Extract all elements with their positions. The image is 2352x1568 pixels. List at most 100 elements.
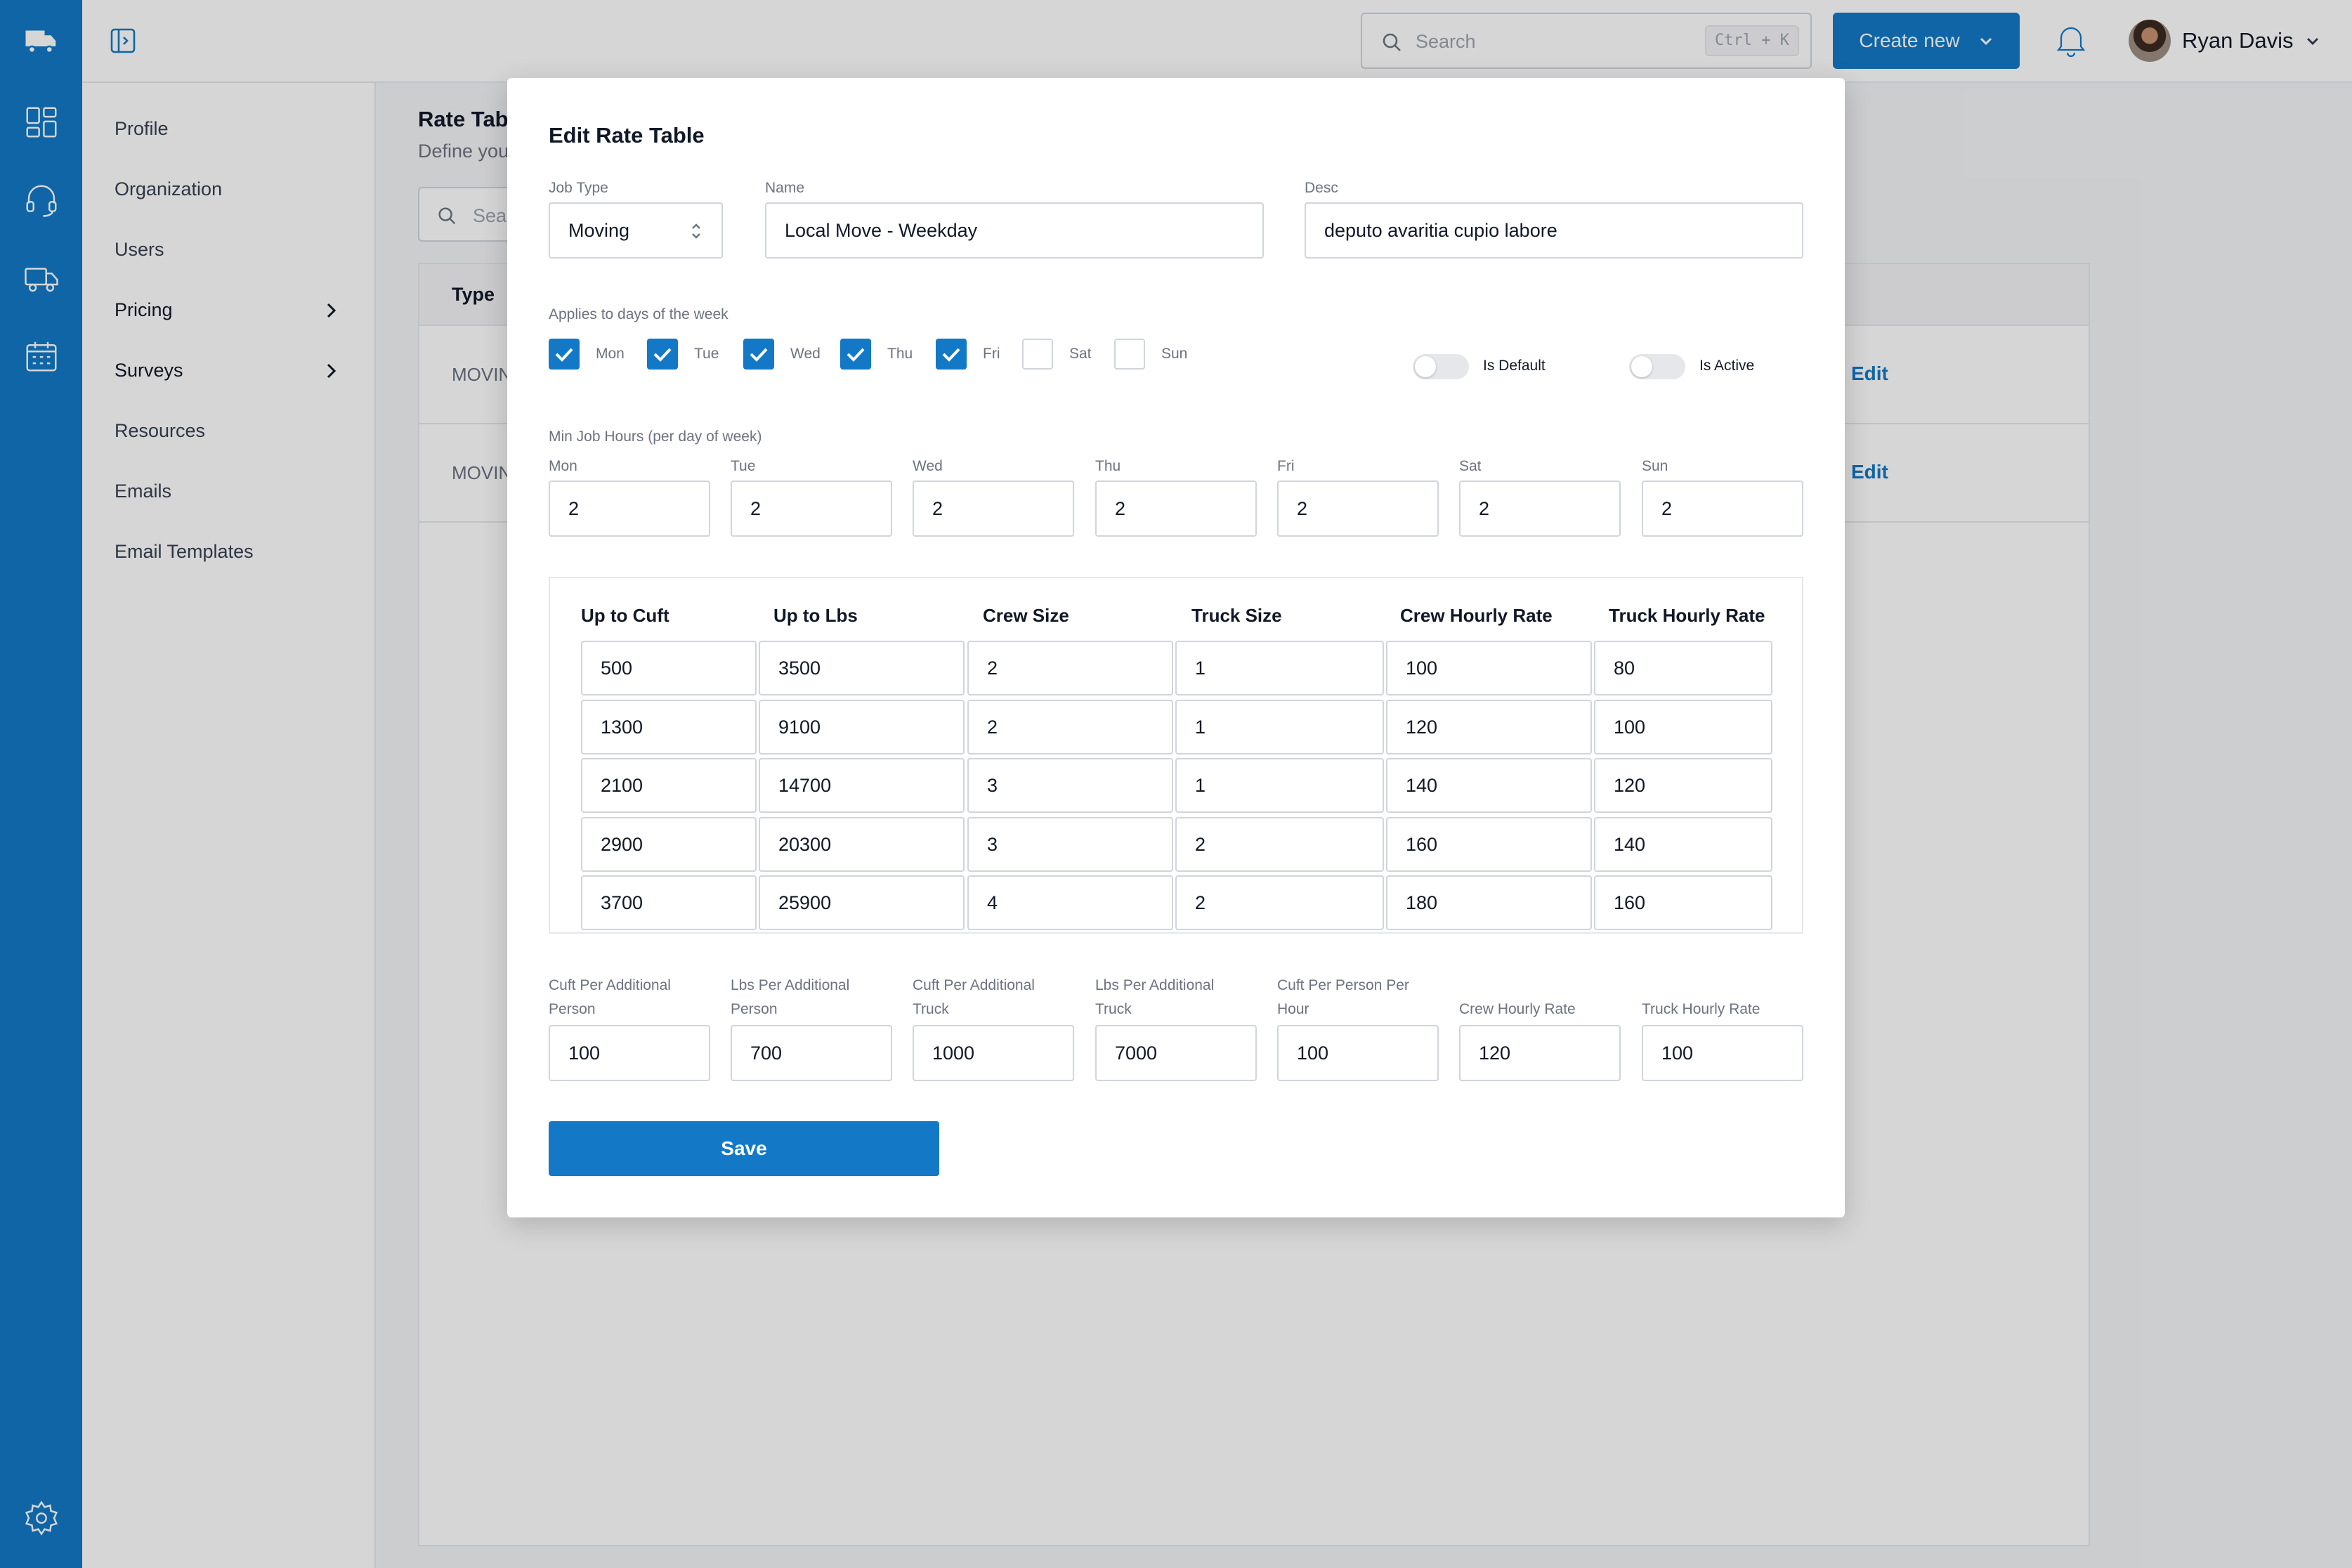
lbs-per-additional-person-input[interactable]: 700: [731, 1025, 892, 1081]
name-input[interactable]: Local Move - Weekday: [765, 202, 1264, 259]
cell-up-to-cuft[interactable]: 2900: [581, 817, 757, 872]
extra-label-line2: Hour: [1277, 1001, 1309, 1017]
job-type-label: Job Type: [549, 180, 608, 196]
extra-label-line2: Truck Hourly Rate: [1642, 1001, 1760, 1017]
cell-crew-size[interactable]: 3: [967, 817, 1173, 872]
lbs-per-additional-truck-input[interactable]: 7000: [1095, 1025, 1257, 1081]
cell-up-to-lbs[interactable]: 14700: [759, 758, 965, 813]
is-default-toggle[interactable]: [1413, 354, 1469, 379]
cell-truck-hourly-rate[interactable]: 160: [1594, 875, 1772, 930]
cell-value: 80: [1614, 657, 1635, 679]
cell-crew-hourly-rate[interactable]: 100: [1386, 641, 1592, 695]
day-checkbox-wed[interactable]: [743, 339, 774, 370]
days-of-week-label: Applies to days of the week: [549, 306, 729, 322]
cell-value: 2: [987, 657, 998, 679]
day-label-thu: Thu: [887, 346, 913, 362]
is-default-label: Is Default: [1483, 358, 1546, 374]
cell-up-to-cuft[interactable]: 500: [581, 641, 757, 695]
day-checkbox-sun[interactable]: [1114, 339, 1145, 370]
cell-value: 3700: [601, 891, 643, 913]
cell-crew-size[interactable]: 4: [967, 875, 1173, 930]
desc-label: Desc: [1305, 180, 1338, 196]
day-checkbox-fri[interactable]: [936, 339, 967, 370]
min-hours-input-mon[interactable]: 2: [549, 481, 710, 537]
cell-up-to-cuft[interactable]: 1300: [581, 700, 757, 754]
job-type-select[interactable]: Moving: [549, 202, 723, 259]
cell-value: 3: [987, 833, 998, 855]
extra-label-line2: Truck: [1095, 1001, 1132, 1017]
day-checkbox-mon[interactable]: [549, 339, 580, 370]
cell-up-to-lbs[interactable]: 9100: [759, 700, 965, 754]
save-button[interactable]: Save: [549, 1121, 939, 1176]
extra-label-line2: Crew Hourly Rate: [1459, 1001, 1576, 1017]
extra-label-line2: Person: [549, 1001, 596, 1017]
cuft-per-additional-person-input[interactable]: 100: [549, 1025, 710, 1081]
cell-crew-hourly-rate[interactable]: 140: [1386, 758, 1592, 813]
cell-truck-hourly-rate[interactable]: 80: [1594, 641, 1772, 695]
cell-truck-hourly-rate[interactable]: 140: [1594, 817, 1772, 872]
truck-hourly-rate-input[interactable]: 100: [1642, 1025, 1803, 1081]
extra-label-line1: Lbs Per Additional: [1095, 977, 1215, 993]
column-header-crew-size: Crew Size: [983, 605, 1069, 626]
cell-value: 9100: [778, 716, 821, 738]
cell-value: 160: [1406, 833, 1438, 855]
cuft-per-additional-truck-input[interactable]: 1000: [913, 1025, 1074, 1081]
is-active-toggle[interactable]: [1629, 354, 1685, 379]
cell-truck-size[interactable]: 1: [1175, 641, 1384, 695]
column-header-up-to-cuft: Up to Cuft: [581, 605, 669, 626]
cell-truck-size[interactable]: 2: [1175, 875, 1384, 930]
min-hours-input-tue[interactable]: 2: [731, 481, 892, 537]
cell-crew-hourly-rate[interactable]: 120: [1386, 700, 1592, 754]
min-hours-value: 2: [1479, 497, 1490, 519]
min-hours-input-fri[interactable]: 2: [1277, 481, 1439, 537]
extra-value: 100: [1297, 1042, 1329, 1064]
cell-truck-hourly-rate[interactable]: 100: [1594, 700, 1772, 754]
min-hours-value: 2: [1297, 497, 1308, 519]
min-hours-input-thu[interactable]: 2: [1095, 481, 1257, 537]
desc-input[interactable]: deputo avaritia cupio labore: [1305, 202, 1803, 259]
name-value: Local Move - Weekday: [785, 219, 978, 241]
day-checkbox-thu[interactable]: [840, 339, 871, 370]
name-label: Name: [765, 180, 805, 196]
day-label-wed: Wed: [790, 346, 821, 362]
modal-title: Edit Rate Table: [549, 123, 705, 148]
min-hours-value: 2: [750, 497, 762, 519]
extra-value: 1000: [932, 1042, 975, 1064]
cuft-per-person-per-hour-input[interactable]: 100: [1277, 1025, 1439, 1081]
cell-crew-hourly-rate[interactable]: 180: [1386, 875, 1592, 930]
min-hours-input-sat[interactable]: 2: [1459, 481, 1621, 537]
min-hours-input-wed[interactable]: 2: [913, 481, 1074, 537]
cell-up-to-cuft[interactable]: 3700: [581, 875, 757, 930]
min-hours-label-tue: Tue: [731, 458, 756, 474]
crew-hourly-rate-input[interactable]: 120: [1459, 1025, 1621, 1081]
extra-label-line1: Lbs Per Additional: [731, 977, 850, 993]
cell-value: 4: [987, 891, 998, 913]
cell-truck-size[interactable]: 1: [1175, 758, 1384, 813]
cell-up-to-lbs[interactable]: 25900: [759, 875, 965, 930]
cell-up-to-lbs[interactable]: 3500: [759, 641, 965, 695]
day-checkbox-sat[interactable]: [1022, 339, 1053, 370]
cell-value: 140: [1406, 774, 1438, 796]
cell-truck-hourly-rate[interactable]: 120: [1594, 758, 1772, 813]
day-checkbox-tue[interactable]: [647, 339, 678, 370]
cell-crew-size[interactable]: 3: [967, 758, 1173, 813]
save-label: Save: [721, 1137, 767, 1159]
cell-truck-size[interactable]: 1: [1175, 700, 1384, 754]
cell-crew-hourly-rate[interactable]: 160: [1386, 817, 1592, 872]
cell-truck-size[interactable]: 2: [1175, 817, 1384, 872]
edit-rate-table-modal: Edit Rate Table Job Type Moving Name Loc…: [507, 78, 1845, 1217]
min-hours-value: 2: [568, 497, 580, 519]
cell-crew-size[interactable]: 2: [967, 700, 1173, 754]
extra-label-line2: Person: [731, 1001, 778, 1017]
cell-value: 120: [1614, 774, 1646, 796]
cell-crew-size[interactable]: 2: [967, 641, 1173, 695]
cell-up-to-cuft[interactable]: 2100: [581, 758, 757, 813]
cell-up-to-lbs[interactable]: 20300: [759, 817, 965, 872]
cell-value: 2: [987, 716, 998, 738]
cell-value: 500: [601, 657, 633, 679]
cell-value: 14700: [778, 774, 832, 796]
min-hours-input-sun[interactable]: 2: [1642, 481, 1803, 537]
column-header-up-to-lbs: Up to Lbs: [773, 605, 858, 626]
min-hours-label-fri: Fri: [1277, 458, 1295, 474]
rate-grid: Up to Cuft Up to Lbs Crew Size Truck Siz…: [549, 577, 1803, 934]
